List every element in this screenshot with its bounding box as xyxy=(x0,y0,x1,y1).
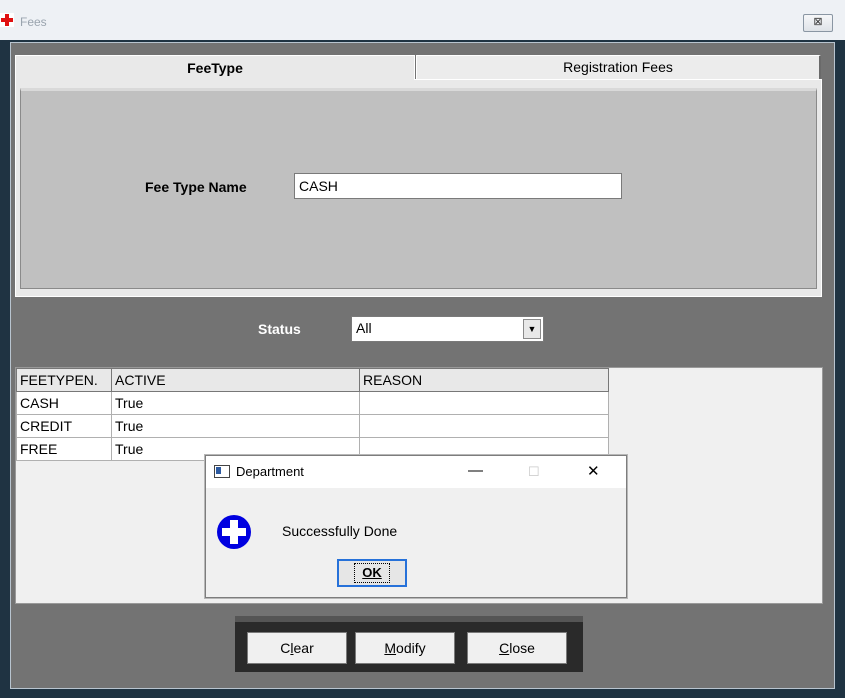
cell-reason[interactable] xyxy=(359,391,609,415)
minimize-icon[interactable]: — xyxy=(468,462,483,479)
dialog-title: Department xyxy=(236,464,304,479)
access-key-letter: C xyxy=(499,640,510,656)
column-header-reason[interactable]: REASON xyxy=(359,368,609,392)
status-label: Status xyxy=(258,321,301,337)
cell-reason[interactable] xyxy=(359,414,609,438)
window-titlebar[interactable]: Fees ⊠ xyxy=(0,0,845,40)
column-header-active[interactable]: ACTIVE xyxy=(111,368,360,392)
status-dropdown[interactable]: All ▼ xyxy=(351,316,544,342)
feetype-form-panel: Fee Type Name xyxy=(20,88,817,289)
table-row[interactable]: CREDIT True xyxy=(16,414,609,438)
fee-type-table: FEETYPEN. ACTIVE REASON CASH True CREDIT… xyxy=(16,368,609,461)
tab-registration-fees[interactable]: Registration Fees xyxy=(416,55,821,80)
cell-feetypename[interactable]: FREE xyxy=(16,437,112,461)
cell-feetypename[interactable]: CASH xyxy=(16,391,112,415)
fee-type-name-input[interactable] xyxy=(294,173,622,199)
close-icon[interactable]: ✕ xyxy=(587,462,600,480)
table-row[interactable]: CASH True xyxy=(16,391,609,415)
window-close-button[interactable]: ⊠ xyxy=(803,14,833,32)
clear-button[interactable]: Clear xyxy=(247,632,347,664)
status-selected-value: All xyxy=(356,320,372,336)
button-bar: Clear Modify Close xyxy=(235,616,583,672)
access-key-letter: M xyxy=(384,640,397,656)
dialog-message: Successfully Done xyxy=(282,523,398,539)
plus-circle-icon xyxy=(217,515,251,549)
maximize-icon: ☐ xyxy=(528,464,540,479)
column-header-feetypename[interactable]: FEETYPEN. xyxy=(16,368,112,392)
ok-button-label: OK xyxy=(354,563,390,583)
close-button[interactable]: Close xyxy=(467,632,567,664)
cell-active[interactable]: True xyxy=(111,391,360,415)
tab-feetype[interactable]: FeeType xyxy=(15,55,415,80)
department-dialog: Department — ☐ ✕ Successfully Done OK xyxy=(205,455,627,598)
fees-window: Fees ⊠ FeeType Registration Fees Fee Typ… xyxy=(0,0,845,698)
fee-type-name-label: Fee Type Name xyxy=(145,179,247,195)
dropdown-arrow-icon[interactable]: ▼ xyxy=(523,319,541,339)
window-title: Fees xyxy=(20,15,47,29)
ok-button[interactable]: OK xyxy=(337,559,407,587)
cell-feetypename[interactable]: CREDIT xyxy=(16,414,112,438)
feetype-tab-panel: Fee Type Name xyxy=(15,79,822,297)
table-header-row: FEETYPEN. ACTIVE REASON xyxy=(16,368,609,392)
cell-active[interactable]: True xyxy=(111,414,360,438)
window-app-icon xyxy=(214,465,230,478)
modify-button[interactable]: Modify xyxy=(355,632,455,664)
red-cross-app-icon xyxy=(0,13,14,27)
access-key-letter: l xyxy=(290,640,294,656)
dialog-titlebar[interactable]: Department — ☐ ✕ xyxy=(206,456,626,488)
